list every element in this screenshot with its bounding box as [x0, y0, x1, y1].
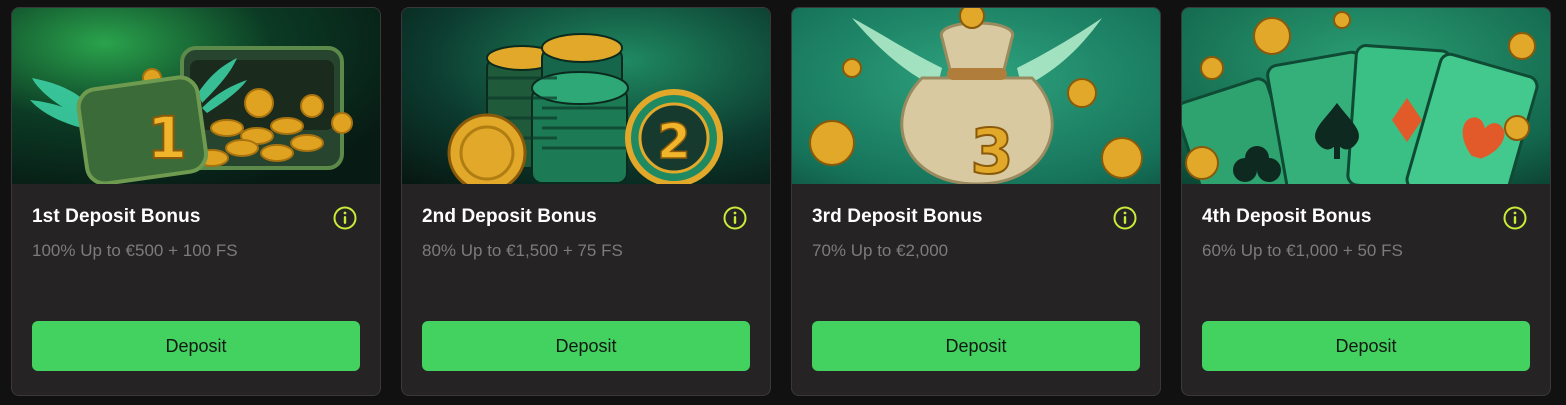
deposit-button[interactable]: Deposit — [1202, 321, 1530, 371]
card-subtitle: 60% Up to €1,000 + 50 FS — [1202, 241, 1403, 260]
bonus-card-4: 4th Deposit Bonus 60% Up to €1,000 + 50 … — [1181, 7, 1551, 396]
casino-chips-art: 2 — [402, 8, 770, 184]
info-icon[interactable] — [333, 206, 357, 230]
deposit-button[interactable]: Deposit — [422, 321, 750, 371]
card-title: 1st Deposit Bonus — [32, 206, 201, 227]
treasure-chest-art: 1 — [12, 8, 380, 184]
info-icon[interactable] — [1113, 206, 1137, 230]
deposit-button[interactable]: Deposit — [32, 321, 360, 371]
money-bag-art: 3 — [792, 8, 1160, 184]
bonus-card-2: 2 2nd Deposit Bonus 80% Up to €1,500 + 7… — [401, 7, 771, 396]
art-number-3: 3 — [970, 115, 1013, 184]
deposit-bonus-cards: 1 1st Deposit Bonus 100% Up to €500 + 10… — [0, 0, 1566, 405]
card-title: 4th Deposit Bonus — [1202, 206, 1372, 227]
art-number-1: 1 — [147, 104, 187, 172]
info-icon[interactable] — [1503, 206, 1527, 230]
card-title: 2nd Deposit Bonus — [422, 206, 597, 227]
info-icon[interactable] — [723, 206, 747, 230]
art-number-2: 2 — [657, 114, 690, 170]
card-subtitle: 100% Up to €500 + 100 FS — [32, 241, 238, 260]
card-subtitle: 80% Up to €1,500 + 75 FS — [422, 241, 623, 260]
card-subtitle: 70% Up to €2,000 — [812, 241, 949, 260]
playing-cards-art — [1182, 8, 1550, 184]
bonus-card-1: 1 1st Deposit Bonus 100% Up to €500 + 10… — [11, 7, 381, 396]
bonus-card-3: 3 3rd Deposit Bonus 70% Up to €2,000 Dep… — [791, 7, 1161, 396]
deposit-button[interactable]: Deposit — [812, 321, 1140, 371]
card-title: 3rd Deposit Bonus — [812, 206, 983, 227]
